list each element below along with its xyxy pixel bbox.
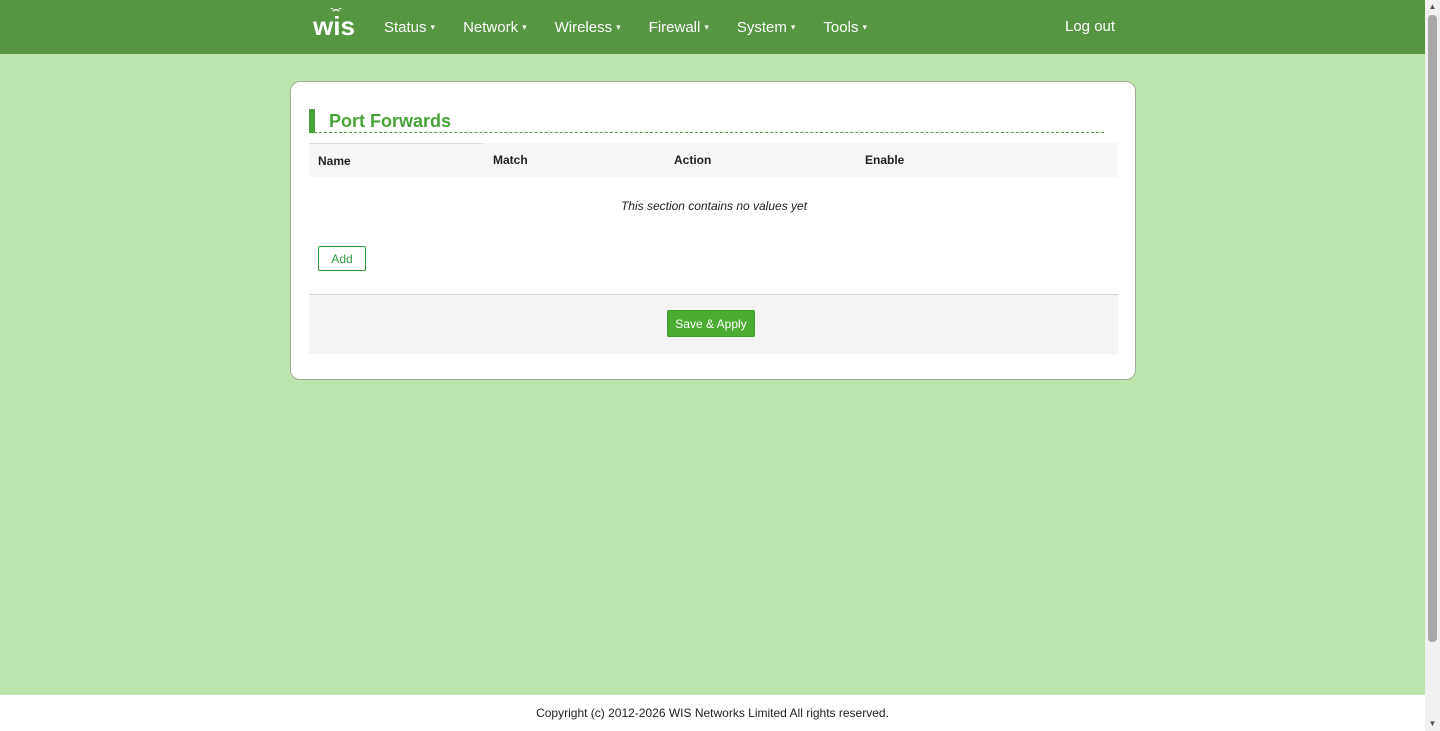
- section-header: Port Forwards: [309, 109, 1104, 133]
- nav-wireless-label: Wireless: [554, 18, 613, 36]
- top-navigation-bar: wis Status ▾ Network ▾ Wireless ▾ Firewa…: [0, 0, 1425, 54]
- wis-logo[interactable]: wis: [312, 8, 358, 40]
- caret-down-icon: ▾: [790, 21, 796, 32]
- nav-network[interactable]: Network ▾: [463, 19, 527, 36]
- logout-link[interactable]: Log out: [1065, 18, 1115, 35]
- add-button[interactable]: Add: [318, 246, 366, 271]
- caret-down-icon: ▾: [522, 21, 527, 32]
- copyright-text: Copyright (c) 2012-2026 WIS Networks Lim…: [536, 706, 889, 720]
- column-header-action: Action: [674, 153, 712, 167]
- vertical-scrollbar[interactable]: ▲ ▼: [1425, 0, 1440, 731]
- title-accent-bar: [309, 109, 315, 133]
- save-apply-button[interactable]: Save & Apply: [667, 310, 755, 337]
- nav-system[interactable]: System ▾: [737, 19, 796, 36]
- logo-text: wis: [312, 11, 355, 40]
- page-footer: Copyright (c) 2012-2026 WIS Networks Lim…: [0, 695, 1425, 731]
- column-header-enable: Enable: [865, 153, 905, 167]
- nav-wireless[interactable]: Wireless ▾: [555, 19, 621, 36]
- nav-status-label: Status: [384, 18, 427, 36]
- header-divider: [309, 143, 483, 144]
- nav-tools[interactable]: Tools ▾: [823, 19, 867, 36]
- caret-down-icon: ▾: [704, 21, 709, 32]
- column-header-match: Match: [493, 153, 528, 167]
- nav-status[interactable]: Status ▾: [384, 19, 435, 36]
- scroll-up-arrow-icon[interactable]: ▲: [1425, 0, 1440, 14]
- nav-tools-label: Tools: [823, 18, 859, 36]
- caret-down-icon: ▾: [616, 21, 621, 32]
- caret-down-icon: ▾: [862, 21, 867, 32]
- section-title: Port Forwards: [329, 111, 452, 131]
- column-header-name: Name: [318, 154, 351, 168]
- empty-table-message: This section contains no values yet: [620, 199, 808, 213]
- nav-firewall-label: Firewall: [648, 18, 701, 36]
- main-nav: Status ▾ Network ▾ Wireless ▾ Firewall ▾…: [384, 0, 895, 54]
- table-header: Name Match Action Enable: [309, 143, 1118, 177]
- nav-network-label: Network: [463, 18, 519, 36]
- scroll-down-arrow-icon[interactable]: ▼: [1425, 717, 1440, 731]
- scrollbar-thumb[interactable]: [1428, 15, 1437, 642]
- nav-firewall[interactable]: Firewall ▾: [649, 19, 709, 36]
- port-forwards-panel: Port Forwards Name Match Action Enable T…: [290, 81, 1136, 380]
- nav-system-label: System: [736, 18, 787, 36]
- caret-down-icon: ▾: [430, 21, 436, 32]
- form-actions-bar: Save & Apply: [309, 294, 1118, 354]
